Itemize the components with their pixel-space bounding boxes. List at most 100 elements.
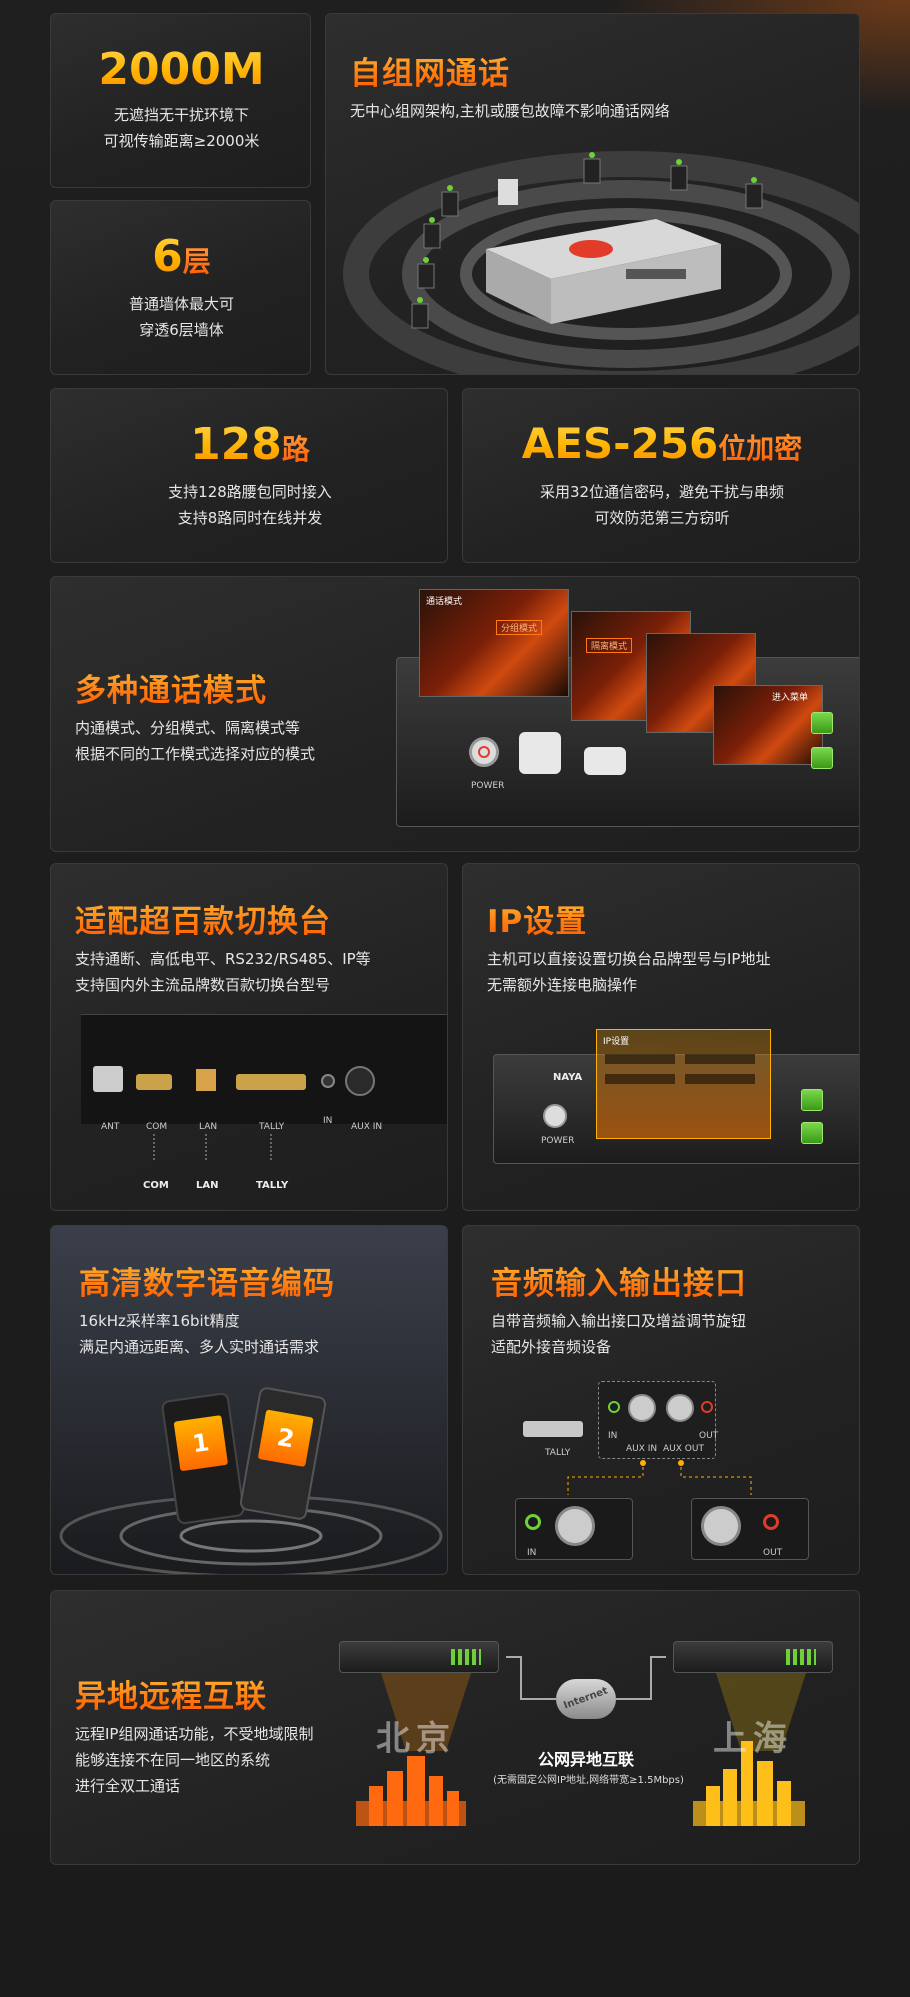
port-aux-in: AUX IN — [351, 1122, 383, 1132]
distance-line2: 可视传输距离≥2000米 — [103, 132, 260, 150]
audio-title: 音频输入输出接口 — [491, 1258, 747, 1303]
radio-2-channel: 2 — [275, 1422, 297, 1454]
mode-screen-4: 进入菜单 — [713, 685, 823, 765]
net-title: 公网异地互联 — [537, 1750, 634, 1769]
ip-panel-title: IP设置 — [603, 1037, 630, 1047]
internet-cloud: Internet — [556, 1679, 616, 1719]
rear-panel — [81, 1014, 447, 1124]
power-button — [469, 737, 499, 767]
zoom-in-label: IN — [527, 1548, 537, 1558]
switcher-line1: 支持通断、高低电平、RS232/RS485、IP等 — [75, 950, 371, 968]
ip-power-button — [543, 1104, 567, 1128]
radio-2-screen: 2 — [257, 1409, 314, 1468]
callout-lan: LAN — [196, 1180, 219, 1191]
modes-line2: 根据不同的工作模式选择对应的模式 — [75, 745, 316, 763]
audio-line2: 适配外接音频设备 — [491, 1338, 612, 1356]
in-jack — [321, 1074, 335, 1088]
knob-1 — [519, 732, 561, 774]
port-ant: ANT — [101, 1122, 120, 1132]
top-aux-in-label: AUX IN — [626, 1444, 658, 1454]
ip-line1: 主机可以直接设置切换台品牌型号与IP地址 — [487, 950, 771, 968]
encryption-line2: 可效防范第三方窃听 — [594, 509, 730, 527]
modes-line1: 内通模式、分组模式、隔离模式等 — [75, 719, 301, 737]
radio-1-screen: 1 — [173, 1415, 229, 1472]
mode-group-label: 分组模式 — [496, 620, 543, 635]
port-lan: LAN — [199, 1122, 218, 1132]
channels-card: 128路 支持128路腰包同时接入 支持8路同时在线并发 — [50, 388, 448, 563]
mode-isolate-label: 隔离模式 — [586, 638, 633, 653]
zoom-aux-out-xlr — [701, 1506, 741, 1546]
distance-value: 2000M — [98, 44, 265, 95]
channels-unit: 路 — [281, 433, 310, 466]
network-title: 自组网通话 — [350, 48, 510, 93]
audio-connector-lines — [567, 1460, 752, 1495]
lan-port — [196, 1069, 216, 1091]
radio-1-channel: 1 — [190, 1428, 212, 1459]
tally-connector — [523, 1421, 583, 1437]
city-beijing: 北京 — [376, 1719, 456, 1759]
port-tally: TALLY — [259, 1122, 285, 1132]
top-out-label: OUT — [699, 1431, 719, 1441]
top-aux-out-xlr — [666, 1394, 694, 1422]
channels-line2: 支持8路同时在线并发 — [177, 509, 323, 527]
power-label: POWER — [471, 781, 505, 791]
modes-card: 多种通话模式 内通模式、分组模式、隔离模式等 根据不同的工作模式选择对应的模式 … — [50, 576, 860, 852]
network-desc: 无中心组网架构,主机或腰包故障不影响通话网络 — [350, 102, 670, 120]
net-note: (无需固定公网IP地址,网络带宽≥1.5Mbps) — [493, 1775, 684, 1786]
zoom-in-jack — [525, 1514, 541, 1530]
top-aux-in-xlr — [628, 1394, 656, 1422]
zoom-out-jack — [763, 1514, 779, 1530]
layers-card: 6层 普通墙体最大可 穿透6层墙体 — [50, 200, 311, 375]
port-com: COM — [146, 1122, 168, 1132]
green-button-1 — [811, 712, 833, 734]
codec-line2: 满足内通远距离、多人实时通话需求 — [79, 1338, 320, 1356]
aux-in-xlr — [345, 1066, 375, 1096]
tally-port — [236, 1074, 306, 1090]
switcher-title: 适配超百款切换台 — [75, 896, 331, 941]
callout-tally: TALLY — [256, 1180, 289, 1191]
switcher-line2: 支持国内外主流品牌数百款切换台型号 — [75, 976, 331, 994]
ip-line2: 无需额外连接电脑操作 — [487, 976, 638, 994]
green-button-2 — [811, 747, 833, 769]
top-out-jack — [701, 1401, 713, 1413]
network-card: 自组网通话 无中心组网架构,主机或腰包故障不影响通话网络 — [325, 13, 860, 375]
ip-card: IP设置 主机可以直接设置切换台品牌型号与IP地址 无需额外连接电脑操作 NAY… — [462, 863, 860, 1211]
audio-card: 音频输入输出接口 自带音频输入输出接口及增益调节旋钮 适配外接音频设备 TALL… — [462, 1225, 860, 1575]
channels-value: 128 — [190, 419, 282, 470]
ip-title: IP设置 — [487, 896, 587, 941]
codec-card: 高清数字语音编码 16kHz采样率16bit精度 满足内通远距离、多人实时通话需… — [50, 1225, 448, 1575]
ip-brand: NAYA — [553, 1072, 583, 1083]
callout-lines — [153, 1134, 272, 1162]
network-illustration — [343, 151, 859, 374]
callout-com: COM — [143, 1180, 169, 1191]
encryption-card: AES-256位加密 采用32位通信密码，避免干扰与串频 可效防范第三方窃听 — [462, 388, 860, 563]
channels-line1: 支持128路腰包同时接入 — [168, 483, 332, 501]
mode-screen-title: 通话模式 — [426, 597, 463, 607]
layers-value: 6 — [152, 231, 183, 282]
city-shanghai: 上海 — [713, 1719, 793, 1759]
zoom-aux-in-xlr — [555, 1506, 595, 1546]
mode-screen-1: 通话模式 分组模式 — [419, 589, 569, 697]
ip-power-label: POWER — [541, 1136, 575, 1146]
layers-line2: 穿透6层墙体 — [139, 321, 224, 339]
com-port — [136, 1074, 172, 1090]
encryption-unit: 位加密 — [718, 432, 803, 465]
encryption-value: AES-256 — [521, 419, 719, 468]
ip-settings-panel: IP设置 — [596, 1029, 771, 1139]
ant-connector — [93, 1066, 123, 1092]
zoom-out-label: OUT — [763, 1548, 783, 1558]
layers-unit: 层 — [182, 245, 211, 278]
ip-green-button-2 — [801, 1122, 823, 1144]
encryption-line1: 采用32位通信密码，避免干扰与串频 — [539, 483, 785, 501]
top-in-jack — [608, 1401, 620, 1413]
knob-2 — [584, 747, 626, 775]
codec-title: 高清数字语音编码 — [79, 1258, 335, 1303]
distance-line1: 无遮挡无干扰环境下 — [113, 106, 249, 124]
codec-line1: 16kHz采样率16bit精度 — [79, 1312, 240, 1330]
audio-line1: 自带音频输入输出接口及增益调节旋钮 — [491, 1312, 747, 1330]
port-in: IN — [323, 1116, 333, 1126]
modes-title: 多种通话模式 — [75, 665, 267, 710]
layers-line1: 普通墙体最大可 — [128, 295, 234, 313]
ip-green-button-1 — [801, 1089, 823, 1111]
top-in-label: IN — [608, 1431, 618, 1441]
